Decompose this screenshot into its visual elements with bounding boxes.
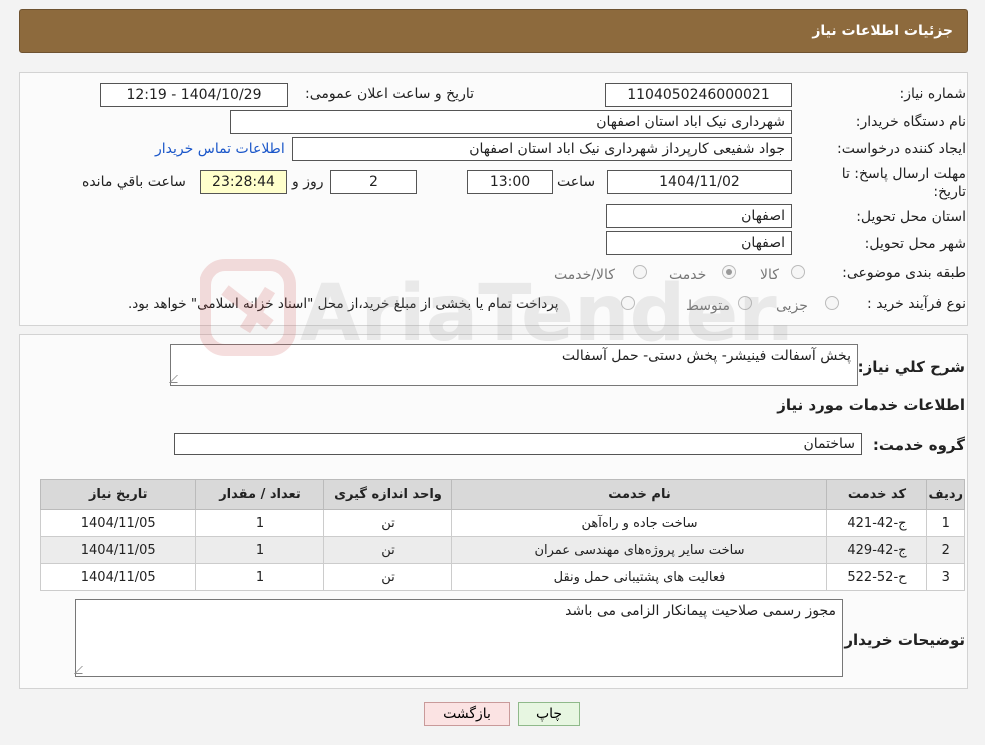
back-button[interactable]: بازگشت <box>424 702 510 726</box>
resize-grip-icon[interactable] <box>74 666 90 674</box>
days-field[interactable]: 2 <box>330 170 417 194</box>
summary-textarea[interactable]: پخش آسفالت فینیشر- پخش دستی- حمل آسفالت <box>169 344 858 386</box>
col-quantity: تعداد / مقدار <box>195 479 325 510</box>
services-section-title: اطلاعات خدمات مورد نیاز <box>777 396 965 414</box>
summary-text: پخش آسفالت فینیشر- پخش دستی- حمل آسفالت <box>561 348 851 364</box>
buyer-notes-label: توضیحات خریدار: <box>838 631 965 649</box>
cell-quantity: 1 <box>195 509 325 537</box>
cell-service-code: ج-42-429 <box>826 536 928 564</box>
city-label: شهر محل تحویل: <box>864 236 966 252</box>
need-number-field[interactable]: 1104050246000021 <box>605 83 792 107</box>
process-radio-minor[interactable] <box>825 296 839 310</box>
category-option-goods-service: کالا/خدمت <box>554 267 615 283</box>
process-option-medium: متوسط <box>686 298 730 314</box>
table-row[interactable]: 1 ج-42-421 ساخت جاده و راه‌آهن تن 1 1404… <box>39 509 965 537</box>
cell-need-date: 1404/11/05 <box>39 536 197 564</box>
table-header-row: رديف کد خدمت نام خدمت واحد اندازه گیری ت… <box>39 479 965 510</box>
print-button[interactable]: چاپ <box>518 702 580 726</box>
service-group-field[interactable]: ساختمان <box>174 433 862 455</box>
process-option-minor: جزیی <box>776 298 808 314</box>
service-group-label: گروه خدمت: <box>872 436 965 454</box>
process-note: پرداخت تمام یا بخشی از مبلغ خرید،از محل … <box>128 296 559 312</box>
creator-field[interactable]: جواد شفیعی کارپرداز شهرداری نیک اباد است… <box>292 137 792 161</box>
cell-need-date: 1404/11/05 <box>39 563 197 591</box>
page-header: جزئیات اطلاعات نیاز <box>19 9 968 53</box>
category-option-goods: کالا <box>760 267 779 283</box>
cell-service-code: ج-42-421 <box>826 509 928 537</box>
cell-row-number: 1 <box>926 509 965 537</box>
contact-info-link[interactable]: اطلاعات تماس خریدار <box>155 141 285 157</box>
cell-unit: تن <box>323 563 453 591</box>
process-radio-treasury[interactable] <box>621 296 635 310</box>
cell-service-name: ساخت جاده و راه‌آهن <box>451 509 828 537</box>
province-label: استان محل تحویل: <box>856 209 966 225</box>
cell-service-code: ح-52-522 <box>826 563 928 591</box>
services-table: رديف کد خدمت نام خدمت واحد اندازه گیری ت… <box>39 479 965 591</box>
col-service-name: نام خدمت <box>451 479 828 510</box>
cell-service-name: فعالیت های پشتیبانی حمل ونقل <box>451 563 828 591</box>
buyer-org-label: نام دستگاه خریدار: <box>855 114 966 130</box>
days-label: روز و <box>292 174 324 190</box>
creator-label: ایجاد کننده درخواست: <box>837 141 966 157</box>
deadline-time-field[interactable]: 13:00 <box>467 170 553 194</box>
category-radio-service[interactable] <box>722 265 736 279</box>
buyer-org-field[interactable]: شهرداری نیک اباد استان اصفهان <box>230 110 792 134</box>
page-title: جزئیات اطلاعات نیاز <box>812 23 953 39</box>
table-row[interactable]: 3 ح-52-522 فعالیت های پشتیبانی حمل ونقل … <box>39 563 965 591</box>
deadline-label-text: مهلت ارسال پاسخ: تا تاریخ: <box>841 166 966 200</box>
table-row[interactable]: 2 ج-42-429 ساخت سایر پروژه‌های مهندسی عم… <box>39 536 965 564</box>
col-unit: واحد اندازه گیری <box>323 479 453 510</box>
category-option-service: خدمت <box>669 267 707 283</box>
process-label: نوع فرآیند خرید : <box>867 296 966 312</box>
col-service-code: کد خدمت <box>826 479 928 510</box>
col-row-number: رديف <box>926 479 965 510</box>
province-field[interactable]: اصفهان <box>606 204 792 228</box>
col-need-date: تاریخ نیاز <box>39 479 197 510</box>
deadline-label: مهلت ارسال پاسخ: تا تاریخ: <box>826 165 966 201</box>
cell-unit: تن <box>323 509 453 537</box>
announce-field[interactable]: 1404/10/29 - 12:19 <box>100 83 288 107</box>
cell-row-number: 2 <box>926 536 965 564</box>
summary-label: شرح كلي نياز: <box>857 358 965 376</box>
deadline-time-label: ساعت <box>557 174 596 190</box>
deadline-date-field[interactable]: 1404/11/02 <box>607 170 792 194</box>
cell-quantity: 1 <box>195 563 325 591</box>
resize-grip-icon[interactable] <box>169 375 185 383</box>
announce-label: تاریخ و ساعت اعلان عمومی: <box>305 86 474 102</box>
buyer-notes-textarea[interactable]: مجوز رسمی صلاحیت پیمانکار الزامی می باشد <box>74 599 843 677</box>
category-radio-goods-service[interactable] <box>633 265 647 279</box>
cell-unit: تن <box>323 536 453 564</box>
category-label: طبقه بندی موضوعی: <box>842 265 966 281</box>
process-radio-medium[interactable] <box>738 296 752 310</box>
cell-row-number: 3 <box>926 563 965 591</box>
city-field[interactable]: اصفهان <box>606 231 792 255</box>
remaining-time-field[interactable]: 23:28:44 <box>200 170 287 194</box>
cell-quantity: 1 <box>195 536 325 564</box>
buyer-notes-text: مجوز رسمی صلاحیت پیمانکار الزامی می باشد <box>565 603 836 619</box>
cell-need-date: 1404/11/05 <box>39 509 197 537</box>
cell-service-name: ساخت سایر پروژه‌های مهندسی عمران <box>451 536 828 564</box>
remaining-label: ساعت باقي مانده <box>82 174 186 190</box>
need-number-label: شماره نیاز: <box>899 86 967 102</box>
category-radio-goods[interactable] <box>791 265 805 279</box>
